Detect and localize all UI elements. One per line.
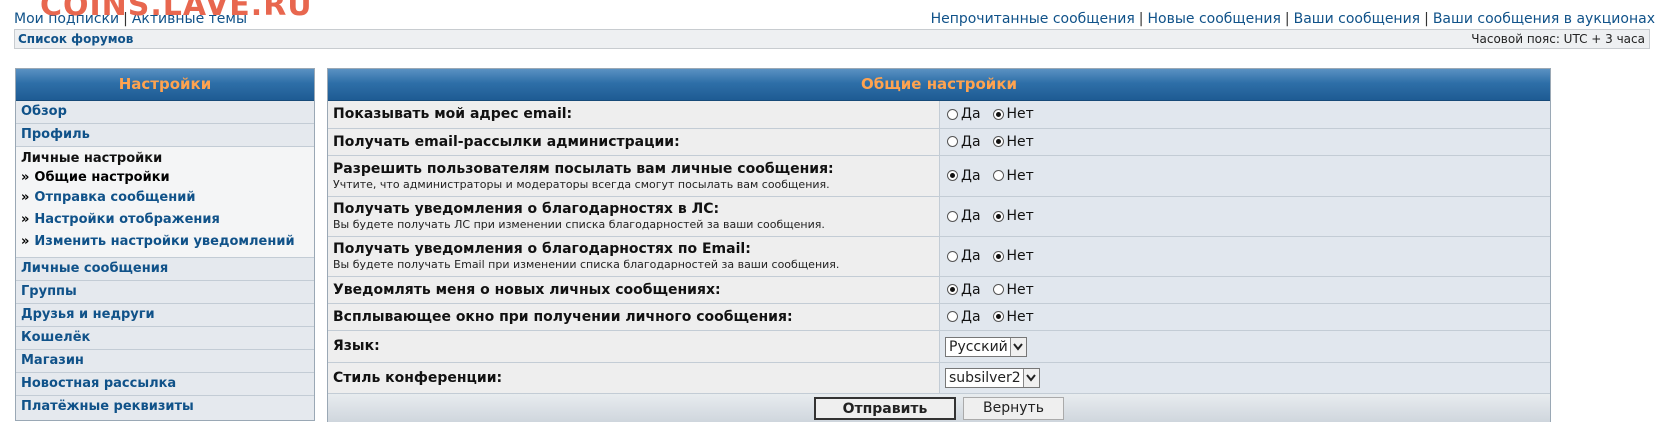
radio-button-icon[interactable] [947,210,958,222]
radio-button-icon[interactable] [992,108,1004,120]
radio-button-icon[interactable] [992,136,1004,147]
radio-button-icon[interactable] [947,311,958,322]
style-select[interactable]: subsilver2 [945,368,1040,388]
site-watermark-logo: COINS.LAVE.RU [40,0,313,23]
radio-button-icon[interactable] [992,311,1004,322]
your-auction-posts-link[interactable]: Ваши сообщения в аукционах [1433,11,1655,27]
language-select[interactable]: Русский [945,336,1027,357]
radio-no[interactable]: Нет [992,134,1034,150]
sidebar-subitem-general[interactable]: » Общие настройки [16,168,314,187]
sidebar-group-personal: Личные настройки » Общие настройки » Отпра… [16,147,314,258]
radio-yes[interactable]: Да [947,134,981,150]
radio-yes[interactable]: Да [947,208,981,224]
breadcrumb-forum-index[interactable]: Список форумов [18,32,133,46]
new-posts-link[interactable]: Новые сообщения [1148,11,1281,27]
top-right-links: Непрочитанные сообщения | Новые сообщения |… [930,11,1655,27]
submit-button[interactable]: Отправить [814,396,956,420]
radio-button-icon[interactable] [947,284,958,295]
sidebar-title: Настройки [16,69,314,101]
setting-label: Получать уведомления о благодарностях в … [333,201,720,217]
sidebar-item-profile[interactable]: Профиль [16,124,314,147]
reset-button[interactable]: Вернуть [963,396,1064,420]
settings-row-language: Язык: Русский [328,330,1550,363]
yes-no-radio-group: Да Нет [947,282,1550,298]
radio-yes[interactable]: Да [947,106,981,122]
sidebar-subitem-notifications[interactable]: » Изменить настройки уведомлений [16,231,314,253]
setting-label: Разрешить пользователям посылать вам лич… [333,160,834,177]
sidebar-item-private-messages[interactable]: Личные сообщения [16,258,314,281]
setting-label: Получать email-рассылки администрации: [333,133,680,150]
sidebar-item-overview[interactable]: Обзор [16,101,314,124]
yes-no-radio-group: Да Нет [947,208,1550,224]
radio-button-icon[interactable] [992,210,1004,222]
radio-yes[interactable]: Да [947,282,981,298]
radio-button-icon[interactable] [992,170,1004,181]
sidebar-subitem-display[interactable]: » Настройки отображения [16,209,314,231]
panel-title: Общие настройки [328,69,1550,101]
radio-no[interactable]: Нет [992,309,1034,325]
your-posts-link[interactable]: Ваши сообщения [1294,11,1420,27]
settings-row: Показывать мой адрес email: Да Нет [328,101,1550,129]
sidebar-item-newsletter[interactable]: Новостная рассылка [16,373,314,396]
chevron-down-icon [1022,369,1039,387]
radio-no[interactable]: Нет [992,208,1034,224]
setting-hint: Вы будете получать Email при изменении с… [333,258,840,271]
sidebar-item-groups[interactable]: Группы [16,281,314,304]
settings-row: Всплывающее окно при получении личного с… [328,303,1550,331]
general-settings-panel: Общие настройки Показывать мой адрес ema… [327,68,1551,422]
settings-row: Получать уведомления о благодарностях в … [328,196,1550,237]
setting-hint: Учтите, что администраторы и модераторы … [333,177,830,191]
yes-no-radio-group: Да Нет [947,106,1550,122]
radio-button-icon[interactable] [947,250,958,262]
yes-no-radio-group: Да Нет [947,248,1550,264]
settings-row-style: Стиль конференции: subsilver2 [328,362,1550,394]
radio-button-icon[interactable] [947,170,958,181]
settings-row: Разрешить пользователям посылать вам лич… [328,155,1550,197]
radio-yes[interactable]: Да [947,248,981,264]
radio-yes[interactable]: Да [947,309,981,325]
sidebar-item-friends-foes[interactable]: Друзья и недруги [16,304,314,327]
sidebar-item-shop[interactable]: Магазин [16,350,314,373]
radio-button-icon[interactable] [947,108,958,120]
form-actions: Отправить Вернуть [328,393,1550,422]
timezone-text: Часовой пояс: UTC + 3 часа [1471,32,1645,46]
radio-button-icon[interactable] [992,250,1004,262]
language-label: Язык: [333,338,380,354]
sidebar-item-payment-details[interactable]: Платёжные реквизиты [16,396,314,418]
sidebar-subitem-posting[interactable]: » Отправка сообщений [16,187,314,209]
sidebar-item-wallet[interactable]: Кошелёк [16,327,314,350]
yes-no-radio-group: Да Нет [947,168,1550,184]
radio-no[interactable]: Нет [992,106,1034,122]
setting-label: Уведомлять меня о новых личных сообщения… [333,281,721,298]
radio-button-icon[interactable] [947,136,958,147]
breadcrumb-bar: Список форумов Часовой пояс: UTC + 3 час… [14,29,1650,49]
style-label: Стиль конференции: [333,369,503,386]
settings-table: Показывать мой адрес email: Да Нет Получать… [328,101,1550,394]
yes-no-radio-group: Да Нет [947,309,1550,325]
setting-label: Показывать мой адрес email: [333,106,573,123]
settings-row: Получать email-рассылки администрации: Да… [328,128,1550,156]
radio-no[interactable]: Нет [992,248,1034,264]
yes-no-radio-group: Да Нет [947,134,1550,150]
radio-no[interactable]: Нет [992,168,1034,184]
setting-hint: Вы будете получать ЛС при изменении спис… [333,218,825,231]
chevron-down-icon [1009,337,1026,356]
setting-label: Всплывающее окно при получении личного с… [333,308,793,325]
settings-sidebar: Настройки Обзор Профиль Личные настройки… [15,68,315,421]
settings-row: Уведомлять меня о новых личных сообщения… [328,276,1550,304]
unread-posts-link[interactable]: Непрочитанные сообщения [931,11,1135,27]
radio-button-icon[interactable] [992,284,1004,295]
radio-yes[interactable]: Да [947,168,981,184]
setting-label: Получать уведомления о благодарностях по… [333,241,751,257]
radio-no[interactable]: Нет [992,282,1034,298]
settings-row: Получать уведомления о благодарностях по… [328,236,1550,277]
sidebar-group-title: Личные настройки [21,151,163,166]
